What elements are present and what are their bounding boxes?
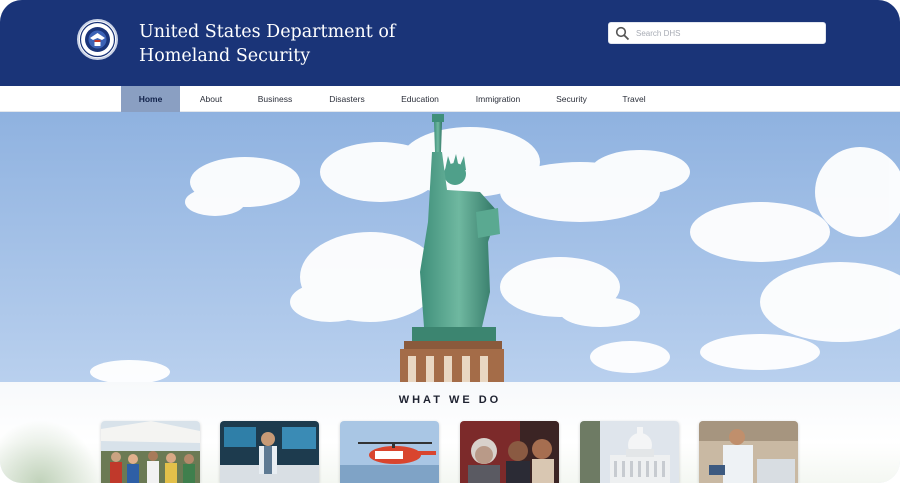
nav-item-immigration[interactable]: Immigration (467, 86, 529, 112)
nav-item-home[interactable]: Home (121, 86, 180, 112)
nav-item-disasters[interactable]: Disasters (321, 86, 373, 112)
main-nav: Home About Business Disasters Education … (0, 86, 900, 112)
search-icon[interactable] (615, 26, 630, 41)
decorative-fade (0, 420, 100, 483)
nav-item-security[interactable]: Security (548, 86, 595, 112)
nav-item-business[interactable]: Business (250, 86, 300, 112)
what-we-do-card-outreach[interactable] (101, 421, 200, 483)
site-header: United States Department of Homeland Sec… (0, 0, 900, 86)
site-title[interactable]: United States Department of Homeland Sec… (139, 20, 439, 68)
what-we-do-title: WHAT WE DO (398, 394, 502, 406)
what-we-do-card-coast-guard[interactable] (340, 421, 439, 483)
what-we-do-card-tsa[interactable] (699, 421, 798, 483)
nav-item-education[interactable]: Education (393, 86, 447, 112)
search-box (608, 22, 826, 44)
dhs-seal-icon[interactable] (77, 19, 118, 60)
site-title-line-2: Homeland Security (139, 46, 311, 66)
page-frame: United States Department of Homeland Sec… (0, 0, 900, 483)
search-input[interactable] (636, 25, 821, 42)
what-we-do-card-operations[interactable] (220, 421, 319, 483)
hero-image (0, 112, 900, 382)
nav-item-about[interactable]: About (190, 86, 232, 112)
what-we-do-section: WHAT WE DO (0, 382, 900, 483)
nav-item-travel[interactable]: Travel (615, 86, 653, 112)
site-title-line-1: United States Department of (139, 22, 396, 42)
what-we-do-card-capitol[interactable] (580, 421, 679, 483)
what-we-do-card-community[interactable] (460, 421, 559, 483)
